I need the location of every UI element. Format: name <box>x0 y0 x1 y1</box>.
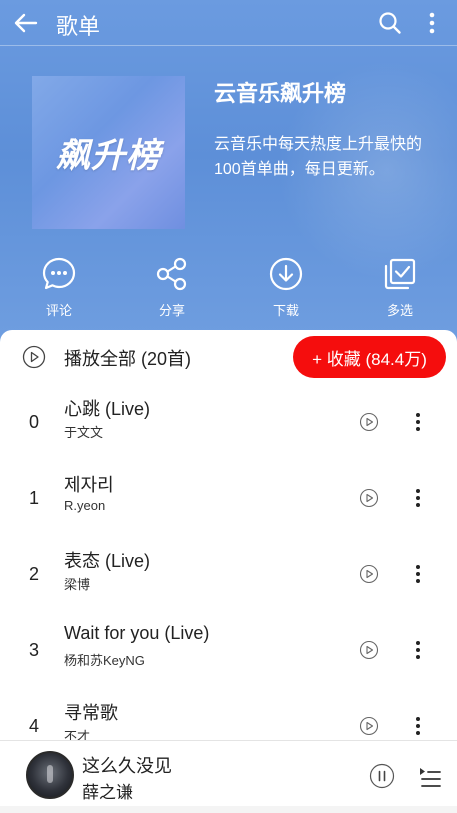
share-button[interactable]: 分享 <box>142 256 202 326</box>
share-label: 分享 <box>158 303 185 318</box>
play-icon[interactable] <box>359 640 379 660</box>
play-icon[interactable] <box>359 488 379 508</box>
now-playing-album-art[interactable] <box>26 751 74 799</box>
song-title: 제자리 <box>64 475 114 495</box>
song-artist: 不才 <box>64 729 91 740</box>
more-vertical-icon[interactable] <box>410 487 426 509</box>
bottom-strip <box>0 806 457 813</box>
multi-select-button[interactable]: 多选 <box>370 256 430 326</box>
play-all-button[interactable]: 播放全部 (20首) <box>64 345 191 371</box>
comment-label: 评论 <box>45 303 72 318</box>
download-button[interactable]: 下载 <box>256 256 316 326</box>
multi-select-icon <box>384 258 416 290</box>
song-artist: R.yeon <box>64 498 106 513</box>
playlist-cover: 飙升榜 <box>32 76 185 229</box>
multi-select-label: 多选 <box>386 303 413 318</box>
more-vertical-icon[interactable] <box>410 639 426 661</box>
back-arrow-icon[interactable] <box>12 9 40 37</box>
playlist-description: 云音乐中每天热度上升最快的100首单曲，每日更新。 <box>214 136 423 178</box>
mini-player[interactable]: 这么久没见 薛之谦 <box>0 740 457 806</box>
song-row[interactable]: 2 表态 (Live) 梁博 <box>0 536 457 612</box>
song-title: Wait for you (Live) <box>64 623 210 643</box>
playlist-hero: 歌单 飙升榜 云音乐飙升榜 云音乐中每天热度上升最快的100首单曲，每日更新。 … <box>0 0 457 345</box>
comment-button[interactable]: 评论 <box>29 256 89 326</box>
song-artist: 于文文 <box>64 425 104 440</box>
play-all-row: 播放全部 (20首) + 收藏 (84.4万) <box>0 330 457 384</box>
song-title: 表态 (Live) <box>64 551 151 571</box>
comment-icon <box>42 257 76 290</box>
action-bar: 评论 分享 下载 多选 <box>0 256 457 326</box>
download-label: 下载 <box>272 303 299 318</box>
search-icon[interactable] <box>378 11 402 35</box>
play-icon[interactable] <box>359 564 379 584</box>
playlist-queue-icon[interactable] <box>418 765 442 789</box>
song-list-panel: 播放全部 (20首) + 收藏 (84.4万) 0 心跳 (Live) 于文文 … <box>0 330 457 740</box>
song-artist: 梁博 <box>64 577 91 592</box>
playlist-name: 云音乐飙升榜 <box>214 81 347 106</box>
song-index: 2 <box>28 564 39 584</box>
song-row[interactable]: 3 Wait for you (Live) 杨和苏KeyNG <box>0 612 457 688</box>
pause-icon[interactable] <box>369 763 395 789</box>
page-title: 歌单 <box>56 14 101 39</box>
download-icon <box>269 257 303 291</box>
more-vertical-icon[interactable] <box>422 11 442 35</box>
song-row[interactable]: 4 寻常歌 不才 <box>0 688 457 740</box>
song-index: 3 <box>28 640 39 660</box>
more-vertical-icon[interactable] <box>410 563 426 585</box>
now-playing-title: 这么久没见 <box>82 756 172 776</box>
play-circle-icon[interactable] <box>22 345 46 369</box>
now-playing-artist: 薛之谦 <box>82 783 133 802</box>
song-index: 0 <box>28 412 39 432</box>
play-icon[interactable] <box>359 716 379 736</box>
more-vertical-icon[interactable] <box>410 715 426 737</box>
song-row[interactable]: 1 제자리 R.yeon <box>0 460 457 536</box>
song-title: 寻常歌 <box>64 703 118 723</box>
song-title: 心跳 (Live) <box>64 399 151 419</box>
share-icon <box>156 257 187 291</box>
top-bar: 歌单 <box>0 0 457 46</box>
more-vertical-icon[interactable] <box>410 411 426 433</box>
collect-button[interactable]: + 收藏 (84.4万) <box>293 336 446 378</box>
song-index: 4 <box>28 716 39 736</box>
song-row[interactable]: 0 心跳 (Live) 于文文 <box>0 384 457 460</box>
song-index: 1 <box>28 488 39 508</box>
play-icon[interactable] <box>359 412 379 432</box>
song-artist: 杨和苏KeyNG <box>64 653 145 668</box>
cover-text: 飙升榜 <box>56 136 161 176</box>
